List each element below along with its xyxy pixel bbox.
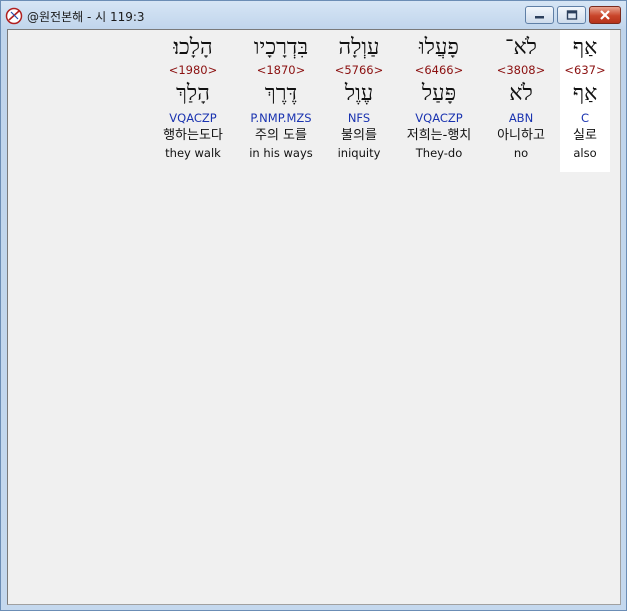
- word-column-4[interactable]: עַוְלָה <5766> עֶוֶל NFS 불의를 iniquity: [326, 30, 392, 172]
- strong-number[interactable]: <1870>: [238, 62, 324, 78]
- hebrew-word: עַוְלָה: [338, 35, 380, 60]
- hebrew-lemma: פָּעַל: [421, 81, 457, 106]
- window-title: @원전본해 - 시 119:3: [27, 10, 145, 24]
- word-column-5[interactable]: בִּדְרָכָיו <1870> דֶּרֶךְ P.NMP.MZS 주의 …: [238, 30, 324, 172]
- english-gloss: they walk: [165, 146, 221, 160]
- korean-gloss: 저희는-행치: [406, 128, 472, 143]
- morphology-code[interactable]: ABN: [486, 110, 556, 126]
- morphology-code[interactable]: C: [560, 110, 610, 126]
- close-button[interactable]: [589, 6, 621, 24]
- morphology-code[interactable]: P.NMP.MZS: [238, 110, 324, 126]
- hebrew-lemma: דֶּרֶךְ: [264, 81, 298, 106]
- strong-number[interactable]: <637>: [560, 62, 610, 78]
- korean-gloss: 아니하고: [497, 128, 545, 143]
- hebrew-lemma: אַף: [572, 81, 598, 106]
- interlinear-panel[interactable]: אַף <637> אַף C 실로 also לֹא־ <3808> לֹא …: [7, 29, 621, 605]
- word-column-6[interactable]: הָלָכוּ׃ <1980> הָלַךְ VQACZP 행하는도다 they…: [152, 30, 234, 172]
- english-gloss: in his ways: [249, 146, 313, 160]
- morphology-code[interactable]: VQACZP: [152, 110, 234, 126]
- hebrew-word: הָלָכוּ׃: [173, 35, 213, 60]
- strong-number[interactable]: <1980>: [152, 62, 234, 78]
- korean-gloss: 실로: [573, 128, 597, 143]
- title-bar[interactable]: @원전본해 - 시 119:3: [1, 1, 626, 29]
- strong-number[interactable]: <5766>: [326, 62, 392, 78]
- maximize-button[interactable]: [557, 6, 586, 24]
- hebrew-lemma: לֹא: [509, 81, 533, 106]
- hebrew-lemma: עֶוֶל: [344, 81, 374, 106]
- app-icon[interactable]: [5, 7, 23, 25]
- hebrew-word: בִּדְרָכָיו: [253, 35, 309, 60]
- english-gloss: also: [573, 146, 597, 160]
- hebrew-word: פָעֲלוּ: [419, 35, 459, 60]
- hebrew-word: לֹא־: [505, 35, 537, 60]
- korean-gloss: 주의 도를: [255, 128, 307, 143]
- morphology-code[interactable]: VQACZP: [394, 110, 484, 126]
- minimize-icon: [534, 16, 544, 19]
- minimize-button[interactable]: [525, 6, 554, 24]
- morphology-code[interactable]: NFS: [326, 110, 392, 126]
- word-column-2[interactable]: לֹא־ <3808> לֹא ABN 아니하고 no: [486, 30, 556, 172]
- hebrew-lemma: הָלַךְ: [176, 81, 210, 106]
- korean-gloss: 행하는도다: [163, 128, 223, 143]
- korean-gloss: 불의를: [341, 128, 377, 143]
- maximize-icon: [566, 10, 577, 20]
- strong-number[interactable]: <3808>: [486, 62, 556, 78]
- strong-number[interactable]: <6466>: [394, 62, 484, 78]
- hebrew-word: אַף: [572, 35, 598, 60]
- english-gloss: no: [513, 146, 529, 160]
- english-gloss: They-do: [415, 146, 463, 160]
- english-gloss: iniquity: [337, 146, 381, 160]
- app-window: @원전본해 - 시 119:3 אַף <637> אַף C 실로 also …: [0, 0, 627, 611]
- word-column-3[interactable]: פָעֲלוּ <6466> פָּעַל VQACZP 저희는-행치 They…: [394, 30, 484, 172]
- word-column-1[interactable]: אַף <637> אַף C 실로 also: [560, 30, 610, 172]
- close-icon: [600, 10, 610, 20]
